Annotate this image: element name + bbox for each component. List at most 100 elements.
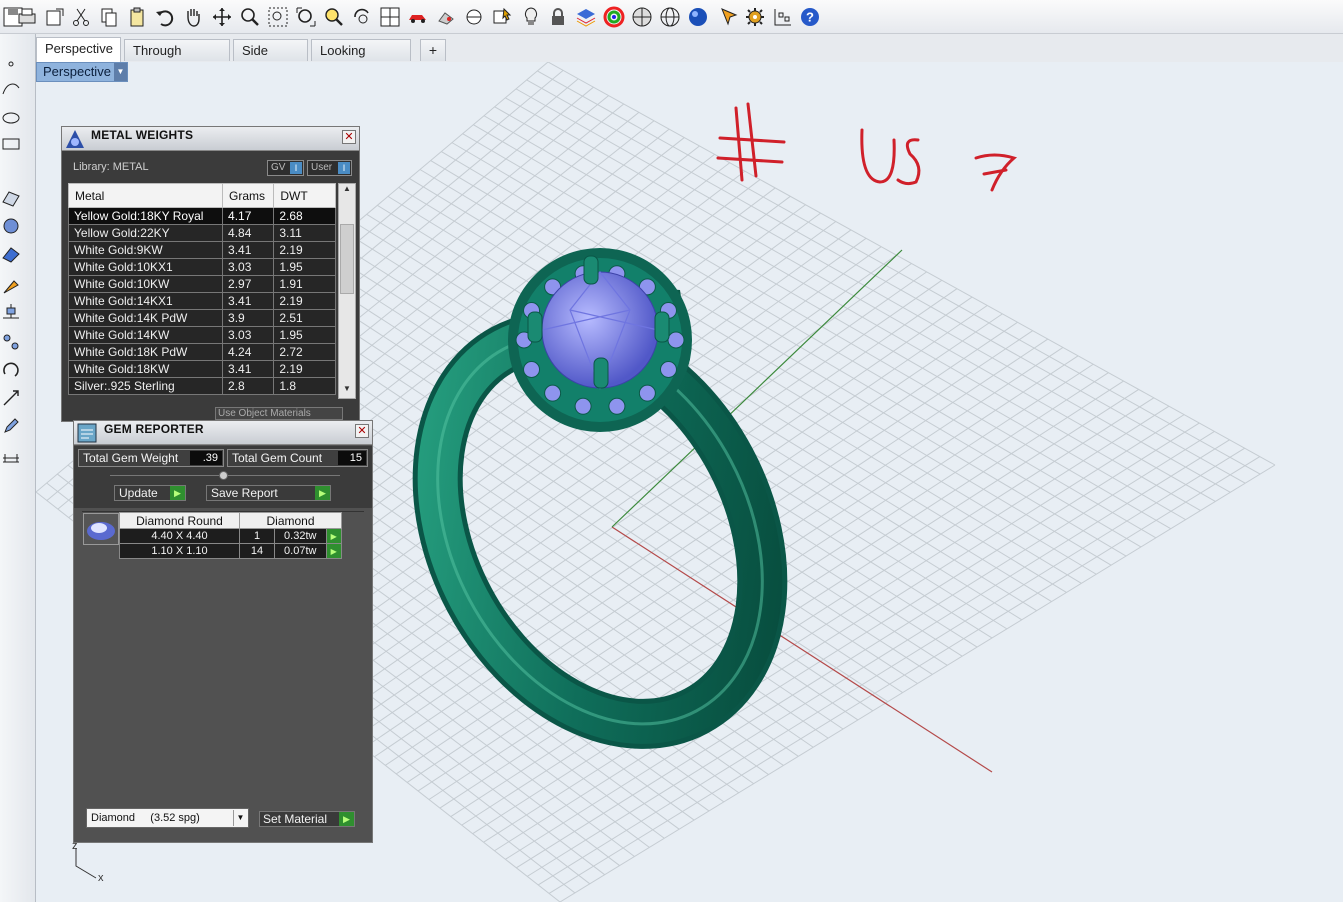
table-row[interactable]: White Gold:14KW 3.03 1.95: [67, 326, 336, 344]
curve-icon[interactable]: [0, 76, 22, 100]
render-sphere-icon[interactable]: [629, 4, 655, 30]
select-icon[interactable]: [489, 4, 515, 30]
zoom-extents-icon[interactable]: [293, 4, 319, 30]
dwt-cell: 3.11: [273, 224, 336, 242]
layer-icon[interactable]: [573, 4, 599, 30]
gem-row[interactable]: 4.40 X 4.40 1 0.32tw ▶: [119, 528, 343, 544]
rectangle-icon[interactable]: [0, 132, 22, 156]
help-icon[interactable]: ?: [797, 4, 823, 30]
tab-side-view[interactable]: Side View: [233, 39, 308, 79]
gem-row-go-button[interactable]: ▶: [325, 543, 343, 559]
properties-icon[interactable]: [433, 4, 459, 30]
paste-icon[interactable]: [124, 4, 150, 30]
gem-column-material[interactable]: Diamond: [239, 512, 342, 529]
gv-toggle[interactable]: GV I: [267, 160, 304, 176]
dimension-icon[interactable]: [0, 444, 22, 468]
save-report-button[interactable]: Save Report ▶: [206, 485, 331, 501]
table-row[interactable]: Yellow Gold:18KY Royal 4.17 2.68: [67, 207, 336, 225]
snap-icon[interactable]: [461, 4, 487, 30]
close-icon[interactable]: ✕: [342, 130, 356, 144]
metal-cell: White Gold:18K PdW: [67, 343, 224, 361]
gem-reporter-titlebar[interactable]: GEM REPORTER ✕: [74, 421, 372, 445]
gem-table: Diamond Round Diamond 4.40 X 4.40 1 0.32tw…: [119, 512, 343, 559]
pan-hand-icon[interactable]: [180, 4, 206, 30]
table-row[interactable]: White Gold:18KW 3.41 2.19: [67, 360, 336, 378]
halo-stone: [667, 331, 685, 349]
edit-icon[interactable]: [0, 414, 22, 438]
table-row[interactable]: White Gold:10KX1 3.03 1.95: [67, 258, 336, 276]
metal-cell: White Gold:14KX1: [67, 292, 224, 310]
scale-icon[interactable]: [0, 386, 22, 410]
solid-icon[interactable]: [0, 214, 22, 238]
metal-cell: Yellow Gold:22KY: [67, 224, 224, 242]
metal-weights-titlebar[interactable]: METAL WEIGHTS ✕: [62, 127, 359, 151]
table-row[interactable]: White Gold:9KW 3.41 2.19: [67, 241, 336, 259]
transform-icon[interactable]: [0, 274, 22, 298]
arrow-icon[interactable]: [716, 4, 742, 30]
zoom-window-icon[interactable]: [265, 4, 291, 30]
column-header-metal[interactable]: Metal: [67, 183, 224, 208]
grams-cell: 3.03: [222, 326, 275, 344]
scroll-down-icon[interactable]: ▼: [339, 384, 355, 398]
table-row[interactable]: White Gold:18K PdW 4.24 2.72: [67, 343, 336, 361]
dwt-cell: 2.51: [273, 309, 336, 327]
tab-looking-down[interactable]: Looking Down: [311, 39, 411, 79]
grams-cell: 2.97: [222, 275, 275, 293]
point-icon[interactable]: [0, 52, 22, 76]
metal-weights-scrollbar[interactable]: ▲ ▼: [338, 183, 356, 399]
mesh-icon[interactable]: [0, 242, 22, 266]
panel-slider-handle[interactable]: [219, 471, 228, 480]
scroll-thumb[interactable]: [340, 224, 354, 294]
shaded-sphere-icon[interactable]: [685, 4, 711, 30]
diamond-thumbnail[interactable]: [83, 513, 119, 545]
close-icon[interactable]: ✕: [355, 424, 369, 438]
add-tab-button[interactable]: +: [420, 39, 446, 61]
array-icon[interactable]: [0, 330, 22, 354]
material-select[interactable]: Diamond (3.52 spg) ▼: [86, 808, 249, 828]
table-row[interactable]: Yellow Gold:22KY 4.84 3.11: [67, 224, 336, 242]
wire-sphere-icon[interactable]: [657, 4, 683, 30]
table-row[interactable]: White Gold:10KW 2.97 1.91: [67, 275, 336, 293]
update-button[interactable]: Update ▶: [114, 485, 186, 501]
zoom-icon[interactable]: [237, 4, 263, 30]
export-icon[interactable]: [42, 4, 68, 30]
tab-through-finger[interactable]: Through Finger: [124, 39, 230, 79]
scroll-up-icon[interactable]: ▲: [339, 184, 355, 198]
gem-weight-cell: 0.07tw: [274, 543, 327, 559]
grams-cell: 4.17: [222, 207, 275, 225]
column-header-dwt[interactable]: DWT: [273, 183, 336, 208]
gear-icon[interactable]: [742, 4, 768, 30]
table-row[interactable]: White Gold:14KX1 3.41 2.19: [67, 292, 336, 310]
tab-perspective[interactable]: Perspective: [36, 37, 121, 62]
surface-icon[interactable]: [0, 186, 22, 210]
metal-cell: White Gold:10KX1: [67, 258, 224, 276]
rotate-icon[interactable]: [0, 358, 22, 382]
circle-icon[interactable]: [0, 106, 22, 130]
undo-icon[interactable]: [152, 4, 178, 30]
print-icon[interactable]: [14, 4, 40, 30]
table-row[interactable]: White Gold:14K PdW 3.9 2.51: [67, 309, 336, 327]
cut-icon[interactable]: [68, 4, 94, 30]
lock-icon[interactable]: [545, 4, 571, 30]
zoom-selected-icon[interactable]: [321, 4, 347, 30]
halo-stone: [608, 397, 626, 415]
column-header-grams[interactable]: Grams: [222, 183, 275, 208]
copy-icon[interactable]: [96, 4, 122, 30]
move-view-icon[interactable]: [209, 4, 235, 30]
table-row[interactable]: Silver:.925 Sterling 2.8 1.8: [67, 377, 336, 395]
viewport-menu-arrow[interactable]: ▼: [114, 63, 127, 81]
color-wheel-icon[interactable]: [601, 4, 627, 30]
grid-options-icon[interactable]: [770, 4, 796, 30]
gem-row-go-button[interactable]: ▶: [325, 528, 343, 544]
set-material-button[interactable]: Set Material ▶: [259, 811, 355, 827]
align-icon[interactable]: [0, 300, 22, 324]
four-viewports-icon[interactable]: [377, 4, 403, 30]
gem-row[interactable]: 1.10 X 1.10 14 0.07tw ▶: [119, 543, 343, 559]
gem-column-cut[interactable]: Diamond Round: [119, 512, 240, 529]
use-object-materials-checkbox[interactable]: Use Object Materials: [215, 407, 343, 420]
user-toggle[interactable]: User I: [307, 160, 352, 176]
car-icon[interactable]: [405, 4, 431, 30]
rotate-view-icon[interactable]: [349, 4, 375, 30]
light-icon[interactable]: [518, 4, 544, 30]
dropdown-arrow-icon: ▼: [233, 810, 247, 826]
